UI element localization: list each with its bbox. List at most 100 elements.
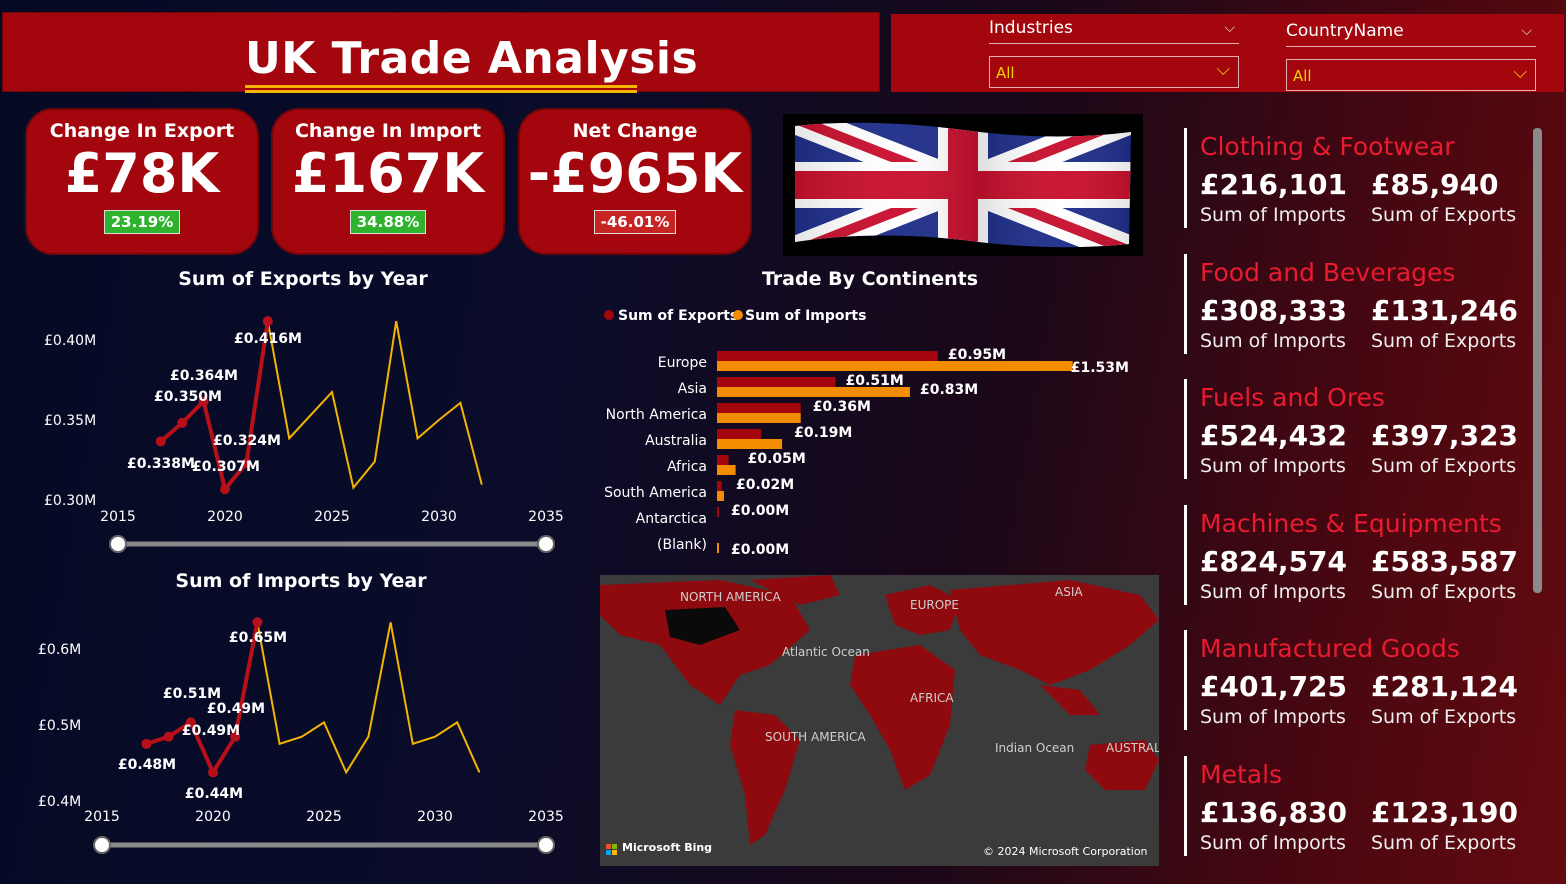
imports-label: Sum of Imports [1200,581,1346,603]
chevron-down-icon[interactable]: ⌵ [1513,62,1527,83]
map-label: Indian Ocean [995,741,1075,755]
data-label: £0.364M [170,368,238,384]
industry-name: Fuels and Ores [1200,383,1385,412]
map-label: SOUTH AMERICA [765,730,866,744]
data-label: £0.324M [213,433,281,449]
x-tick-label: 2035 [528,809,564,825]
kpi-card-export: Change In Export £78K 23.19% [25,108,259,255]
country-dropdown[interactable]: All ⌵ [1286,59,1536,91]
range-slider-handle-end[interactable] [537,836,555,854]
category-label: North America [606,407,707,423]
bar-imports [717,491,724,501]
continents-chart-title: Trade By Continents [761,268,979,290]
value-label: £0.95M [948,347,1006,363]
category-label: South America [604,485,707,501]
industry-name: Machines & Equipments [1200,509,1502,538]
bar-exports [717,351,938,361]
range-slider-handle-start[interactable] [93,836,111,854]
data-point [208,767,218,778]
value-label: £0.00M [731,503,789,519]
exports-label: Sum of Exports [1371,330,1517,352]
value-label: £0.02M [736,477,794,493]
kpi-card-import: Change In Import £167K 34.88% [271,108,505,255]
bar-exports [717,507,719,517]
cards-scrollbar[interactable] [1533,128,1542,593]
country-label: CountryName [1286,21,1404,41]
world-map[interactable]: NORTH AMERICA EUROPE ASIA Atlantic Ocean… [600,575,1159,866]
value-label: £0.36M [813,399,871,415]
data-point [262,316,273,327]
imports-line-chart[interactable]: £0.6M £0.5M £0.4M2015 2020 2025 2030 2035 £0.48… [30,598,580,863]
exports-chart-title: Sum of Exports by Year [178,268,428,290]
legend-marker-exports [604,310,614,320]
imports-value: £401,725 [1200,670,1348,703]
bar-imports [717,543,719,553]
exports-label: Sum of Exports [1371,581,1517,603]
forecast-line [256,622,481,775]
map-label: ASIA [1055,585,1083,599]
x-tick-label: 2030 [421,509,457,525]
y-tick-label: £0.40M [44,333,96,349]
bar-exports [717,481,722,491]
title-underline [245,85,637,88]
kpi-change-badge: 23.19% [103,210,181,234]
data-point [252,617,263,628]
country-slicer[interactable]: CountryName ⌵ All ⌵ [1286,21,1536,93]
data-point [155,436,166,447]
industries-slicer[interactable]: Industries ⌵ All ⌵ [989,18,1239,90]
chevron-down-icon[interactable]: ⌵ [1521,23,1532,39]
card-accent-bar [1184,630,1187,730]
data-label: £0.49M [182,723,240,739]
card-accent-bar [1184,254,1187,354]
category-label: Asia [678,381,707,397]
exports-label: Sum of Exports [1371,832,1517,854]
exports-label: Sum of Exports [1371,455,1517,477]
map-label: AFRICA [910,691,954,705]
title-underline [245,90,637,93]
y-tick-label: £0.6M [38,642,81,658]
imports-value: £308,333 [1200,294,1348,327]
kpi-title: Change In Export [49,120,235,142]
data-point [141,738,152,749]
card-accent-bar [1184,379,1187,479]
map-label: AUSTRAL [1106,741,1159,755]
imports-chart-title: Sum of Imports by Year [175,570,427,592]
bar-imports [717,439,783,449]
range-slider-handle-end[interactable] [537,535,555,553]
range-slider-handle-start[interactable] [109,535,127,553]
kpi-title: Change In Import [294,120,482,142]
bar-exports [717,455,729,465]
value-label: £0.51M [846,373,904,389]
data-label: £0.338M [127,456,195,472]
industry-card: Food and Beverages £308,333 £131,246 Sum of… [1184,254,1524,356]
industries-dropdown[interactable]: All ⌵ [989,56,1239,88]
industry-name: Metals [1200,760,1283,789]
value-label: £0.19M [794,425,852,441]
map-label: EUROPE [910,598,959,612]
chevron-down-icon[interactable]: ⌵ [1224,20,1235,36]
slicer-header: Industries ⌵ [989,18,1239,44]
imports-label: Sum of Imports [1200,706,1346,728]
industry-card: Metals £136,830 £123,190 Sum of Imports Sum … [1184,756,1524,856]
card-accent-bar [1184,756,1187,856]
industry-card: Clothing & Footwear £216,101 £85,940 Sum of… [1184,128,1524,230]
bing-logo-icon [606,841,618,855]
bar-exports [717,377,836,387]
page-title: UK Trade Analysis [245,33,699,84]
x-tick-label: 2025 [306,809,342,825]
industry-name: Manufactured Goods [1200,634,1460,663]
industry-card: Manufactured Goods £401,725 £281,124 Sum of… [1184,630,1524,732]
data-label: £0.48M [118,757,176,773]
continents-bar-chart[interactable]: Sum of Exports Sum of Imports Europe £0.95M… [600,300,1160,565]
bar-imports [717,465,736,475]
category-label: Antarctica [636,511,707,527]
map-brand: Microsoft Bing [622,841,713,854]
exports-line-chart[interactable]: £0.40M £0.35M £0.30M2015 2020 2025 2030 2035 £0… [30,295,580,560]
bar-imports [717,361,1073,371]
card-accent-bar [1184,505,1187,605]
exports-value: £583,587 [1371,545,1519,578]
imports-label: Sum of Imports [1200,455,1346,477]
chevron-down-icon[interactable]: ⌵ [1216,59,1230,80]
data-point [220,484,230,495]
data-label: £0.49M [207,701,265,717]
